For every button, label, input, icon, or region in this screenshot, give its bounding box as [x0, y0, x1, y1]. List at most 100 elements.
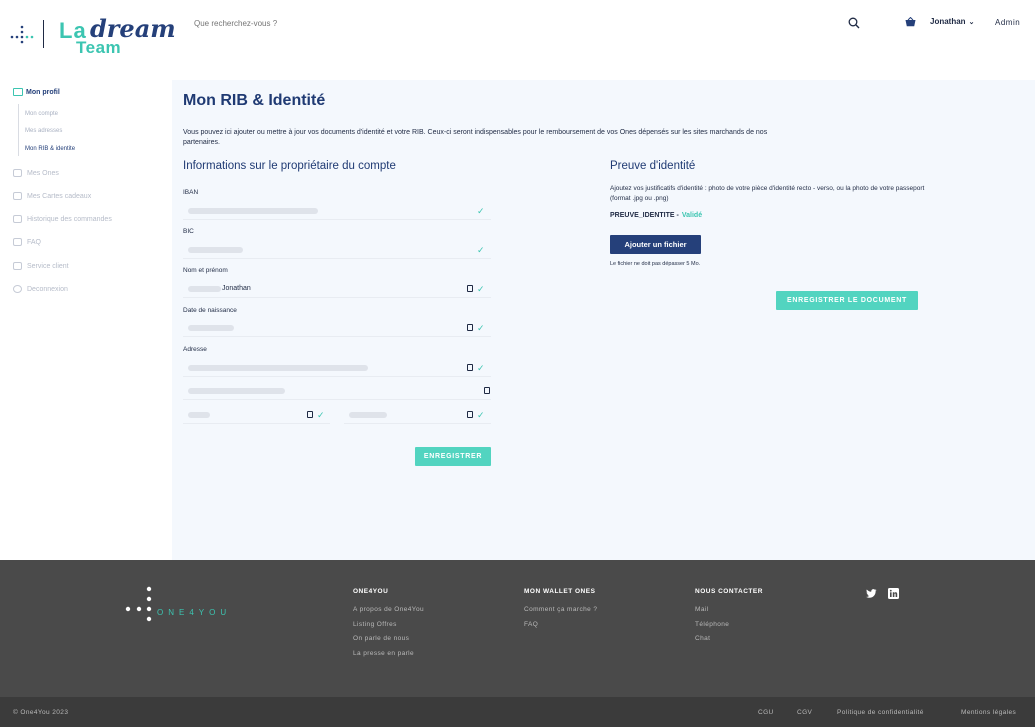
- add-file-button[interactable]: Ajouter un fichier: [610, 235, 701, 254]
- footer-link-talk-about-us[interactable]: On parle de nous: [353, 635, 409, 642]
- iban-field[interactable]: ✓: [183, 202, 491, 220]
- sidebar-item-orders[interactable]: Historique des commandes: [13, 215, 112, 223]
- footer-link-faq[interactable]: FAQ: [524, 621, 538, 628]
- gift-card-icon: [13, 192, 22, 200]
- lastname-blurred: [188, 286, 221, 292]
- postcode-field[interactable]: ✓: [183, 406, 330, 424]
- intro-text: Vous pouvez ici ajouter ou mettre à jour…: [183, 129, 768, 146]
- check-icon: ✓: [477, 363, 485, 373]
- footer-link-phone[interactable]: Téléphone: [695, 621, 729, 628]
- sidebar-item-ones[interactable]: Mes Ones: [13, 169, 59, 177]
- city-blurred: [349, 412, 387, 418]
- search-input[interactable]: [194, 16, 444, 30]
- footer-logo-dots-icon: [125, 586, 152, 622]
- user-icon: [13, 262, 22, 270]
- footer-logo-text: ONE4YOU: [157, 608, 232, 617]
- sidebar-item-account[interactable]: Mon compte: [25, 111, 58, 117]
- check-icon: ✓: [477, 245, 485, 255]
- sidebar-item-logout[interactable]: Deconnexion: [13, 285, 68, 293]
- copyright: © One4You 2023: [13, 709, 69, 716]
- bic-value-blurred: [188, 247, 243, 253]
- address-line2-field[interactable]: [183, 382, 491, 400]
- name-label: Nom et prénom: [183, 267, 228, 274]
- birthdate-blurred: [188, 325, 234, 331]
- submenu-line: [18, 104, 19, 156]
- check-icon: ✓: [477, 323, 485, 333]
- check-icon: ✓: [317, 410, 325, 420]
- footer-link-press[interactable]: La presse en parle: [353, 650, 414, 657]
- check-icon: ✓: [477, 284, 485, 294]
- file-size-note: Le fichier ne doit pas dépasser 5 Mo.: [610, 261, 701, 267]
- logo[interactable]: La dream Team: [10, 14, 176, 60]
- sidebar: Mon profil Mon compte Mes adresses Mon R…: [0, 80, 172, 560]
- sidebar-item-rib[interactable]: Mon RIB & identite: [25, 146, 75, 152]
- power-icon: [13, 285, 22, 293]
- history-icon: [13, 215, 22, 223]
- logo-divider: [43, 20, 44, 48]
- sidebar-item-support[interactable]: Service client: [13, 262, 69, 270]
- sidebar-item-addresses[interactable]: Mes adresses: [25, 128, 62, 134]
- iban-label: IBAN: [183, 189, 199, 196]
- footer-link-how-it-works[interactable]: Comment ça marche ?: [524, 606, 597, 613]
- footer-link-mail[interactable]: Mail: [695, 606, 709, 613]
- bic-field[interactable]: ✓: [183, 241, 491, 259]
- footer-link-chat[interactable]: Chat: [695, 635, 710, 642]
- contact-card-icon: [467, 411, 473, 418]
- save-button[interactable]: ENREGISTRER: [415, 447, 491, 466]
- contact-card-icon: [467, 324, 473, 331]
- admin-link[interactable]: Admin: [995, 18, 1020, 27]
- logo-team: Team: [76, 38, 122, 57]
- logo-dots-icon: [10, 25, 34, 44]
- sidebar-item-faq[interactable]: FAQ: [13, 238, 41, 246]
- iban-value-blurred: [188, 208, 318, 214]
- status-badge: Validé: [681, 212, 703, 219]
- address-line2-blurred: [188, 388, 285, 394]
- birthdate-field[interactable]: ✓: [183, 319, 491, 337]
- contact-card-icon: [484, 387, 490, 394]
- address-label: Adresse: [183, 346, 207, 353]
- contact-card-icon: [307, 411, 313, 418]
- footer-link-privacy[interactable]: Politique de confidentialité: [837, 709, 924, 716]
- contact-card-icon: [467, 285, 473, 292]
- footer-link-cgu[interactable]: CGU: [758, 709, 774, 716]
- address-line1-field[interactable]: ✓: [183, 359, 491, 377]
- coins-icon: [13, 169, 22, 177]
- identity-description: Ajoutez vos justificatifs d'identité : p…: [610, 185, 925, 202]
- sidebar-item-giftcards[interactable]: Mes Cartes cadeaux: [13, 192, 91, 200]
- check-icon: ✓: [477, 206, 485, 216]
- footer-col-wallet-title: MON WALLET ONES: [524, 588, 596, 595]
- bic-label: BIC: [183, 228, 194, 235]
- address-line1-blurred: [188, 365, 368, 371]
- identity-document-status: PREUVE_IDENTITE - Validé: [610, 212, 702, 219]
- city-field[interactable]: ✓: [344, 406, 491, 424]
- owner-section-title: Informations sur le propriétaire du comp…: [183, 160, 396, 172]
- user-name: Jonathan: [930, 17, 966, 26]
- sidebar-item-profile[interactable]: Mon profil: [13, 88, 60, 96]
- check-icon: ✓: [477, 410, 485, 420]
- footer-link-cgv[interactable]: CGV: [797, 709, 812, 716]
- contact-card-icon: [467, 364, 473, 371]
- faq-icon: [13, 238, 22, 246]
- footer-col-one4you-title: ONE4YOU: [353, 588, 389, 595]
- firstname-value: Jonathan: [222, 285, 251, 292]
- basket-icon[interactable]: [905, 17, 916, 27]
- postcode-blurred: [188, 412, 210, 418]
- footer: ONE4YOU ONE4YOU A propos de One4You List…: [0, 560, 1035, 697]
- footer-link-legal-notice[interactable]: Mentions légales: [961, 709, 1016, 716]
- twitter-icon[interactable]: [866, 588, 877, 599]
- save-document-button[interactable]: ENREGISTRER LE DOCUMENT: [776, 291, 918, 310]
- page-title: Mon RIB & Identité: [183, 92, 326, 109]
- search-icon[interactable]: [848, 17, 860, 29]
- footer-link-about[interactable]: A propos de One4You: [353, 606, 424, 613]
- footer-col-contact-title: NOUS CONTACTER: [695, 588, 763, 595]
- main-content: Mon RIB & Identité Vous pouvez ici ajout…: [172, 80, 1035, 560]
- footer-link-offers[interactable]: Listing Offres: [353, 621, 397, 628]
- footer-bottom-bar: © One4You 2023 CGU CGV Politique de conf…: [0, 697, 1035, 727]
- header: La dream Team Jonathan⌄ Admin: [0, 0, 1035, 80]
- user-menu[interactable]: Jonathan ⌄: [930, 17, 974, 26]
- id-card-icon: [13, 88, 23, 96]
- chevron-down-icon: ⌄: [968, 19, 975, 26]
- linkedin-icon[interactable]: [888, 588, 899, 599]
- identity-section-title: Preuve d'identité: [610, 160, 696, 172]
- name-field[interactable]: Jonathan ✓: [183, 280, 491, 298]
